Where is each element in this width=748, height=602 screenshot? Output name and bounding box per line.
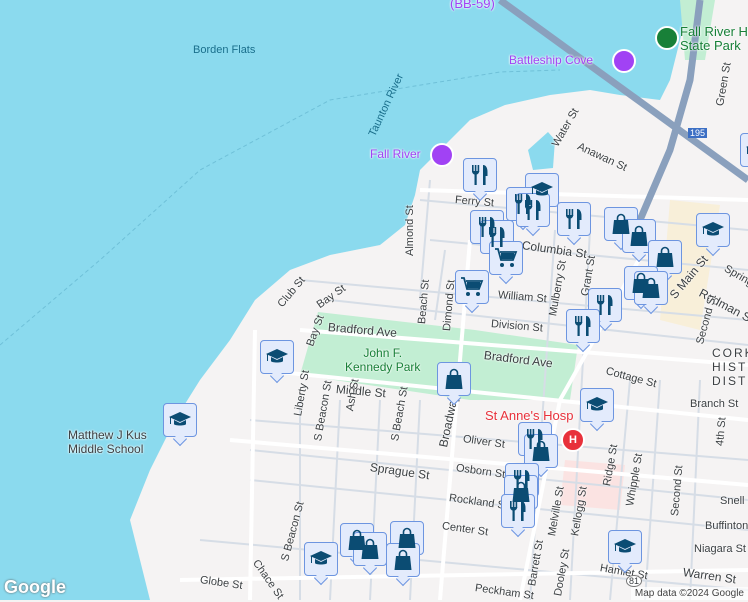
shopping-cart-icon — [494, 246, 518, 270]
poi-fall-river[interactable]: Fall River — [370, 147, 421, 161]
poi-fall-river-heritage-park[interactable]: Fall River H State Park — [680, 25, 748, 53]
borden-flats-label: Borden Flats — [193, 44, 256, 56]
shopping-marker[interactable] — [437, 362, 471, 396]
poi-jfk-park[interactable]: John F. Kennedy Park — [345, 346, 420, 374]
fork-knife-icon — [468, 163, 492, 187]
i195-shield: 195 — [688, 128, 708, 138]
shopping-bag-icon — [627, 224, 651, 248]
school-marker[interactable] — [163, 403, 197, 437]
grocery-marker[interactable] — [455, 270, 489, 304]
shopping-marker[interactable] — [524, 434, 558, 468]
shopping-cart-icon — [460, 275, 484, 299]
poi-matthew-kuss-school[interactable]: Matthew J Kus Middle School — [68, 428, 147, 456]
shopping-bag-icon — [639, 276, 663, 300]
school-marker[interactable] — [580, 388, 614, 422]
graduation-cap-icon — [265, 345, 289, 369]
school-marker[interactable] — [608, 530, 642, 564]
shopping-marker[interactable] — [386, 543, 420, 577]
street-buffinton: Buffinton St — [705, 520, 748, 532]
restaurant-marker[interactable] — [463, 158, 497, 192]
fork-knife-icon — [593, 293, 617, 317]
shopping-bag-icon — [395, 526, 419, 550]
shopping-bag-icon — [529, 439, 553, 463]
shopping-bag-icon — [653, 245, 677, 269]
hospital-icon[interactable]: H — [561, 428, 585, 452]
shopping-bag-icon — [358, 537, 382, 561]
restaurant-marker[interactable] — [566, 309, 600, 343]
school-marker[interactable] — [260, 340, 294, 374]
route-81-shield: 81 — [626, 575, 643, 587]
school-marker[interactable] — [740, 133, 748, 167]
school-marker[interactable] — [696, 213, 730, 247]
street-niagara: Niagara St — [694, 543, 746, 555]
graduation-cap-icon — [585, 393, 609, 417]
fork-knife-icon — [562, 207, 586, 231]
restaurant-marker[interactable] — [501, 494, 535, 528]
street-snell: Snell St — [720, 495, 748, 507]
restaurant-marker[interactable] — [557, 202, 591, 236]
fork-knife-icon — [506, 499, 530, 523]
park-tree-icon[interactable] — [655, 26, 679, 50]
fork-knife-icon — [521, 198, 545, 222]
poi-bb59[interactable]: (BB-59) — [450, 0, 495, 11]
poi-battleship-cove[interactable]: Battleship Cove — [509, 53, 593, 67]
shopping-marker[interactable] — [353, 532, 387, 566]
corky-row-district-label: CORKHISTDIST — [712, 346, 748, 388]
google-logo: Google — [4, 577, 66, 597]
school-marker[interactable] — [304, 542, 338, 576]
museum-icon[interactable] — [612, 49, 636, 73]
restaurant-marker[interactable] — [516, 193, 550, 227]
shopping-marker[interactable] — [648, 240, 682, 274]
poi-st-annes-hospital[interactable]: St Anne's Hosp — [485, 408, 573, 423]
map-attribution[interactable]: Map data ©2024 Google — [630, 587, 748, 600]
graduation-cap-icon — [168, 408, 192, 432]
street-almond: Almond St — [404, 205, 416, 256]
street-4th: 4th St — [714, 416, 729, 447]
graduation-cap-icon — [309, 547, 333, 571]
graduation-cap-icon — [613, 535, 637, 559]
fork-knife-icon — [571, 314, 595, 338]
grocery-marker[interactable] — [489, 241, 523, 275]
graduation-cap-icon — [701, 218, 725, 242]
shopping-marker[interactable] — [634, 271, 668, 305]
shopping-bag-icon — [442, 367, 466, 391]
shopping-bag-icon — [391, 548, 415, 572]
shopping-marker[interactable] — [622, 219, 656, 253]
street-branch: Branch St — [690, 398, 739, 410]
camera-icon[interactable] — [430, 143, 454, 167]
